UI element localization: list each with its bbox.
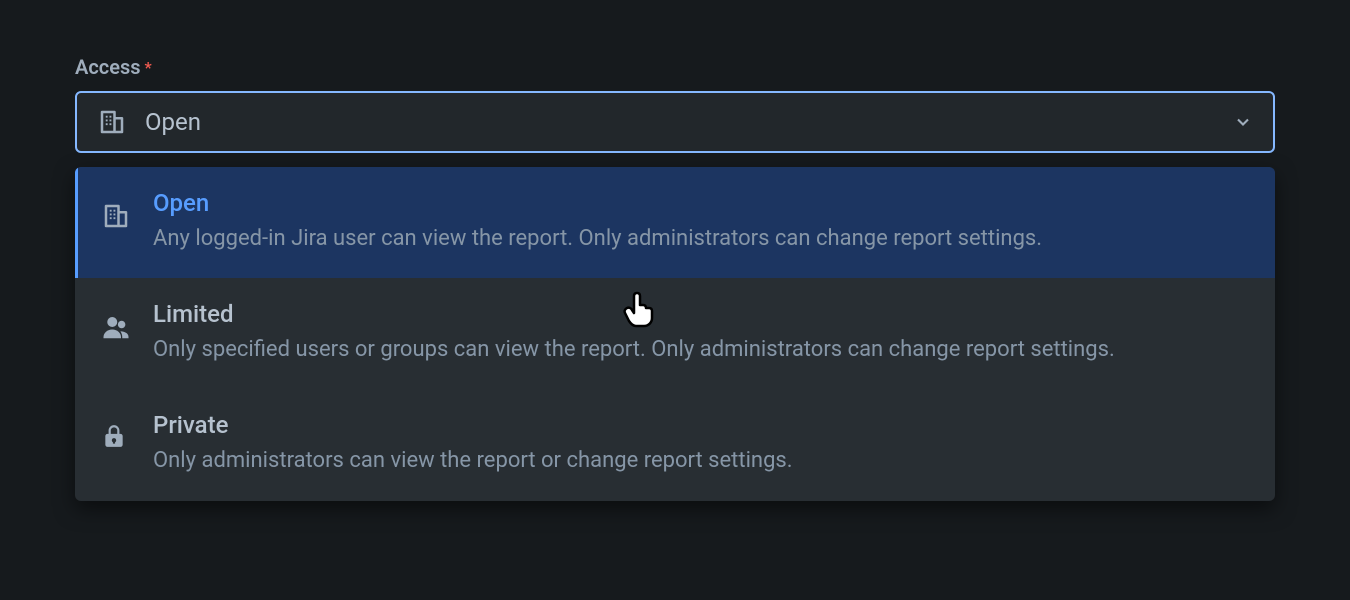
option-text-container: Limited Only specified users or groups c… [153,300,1247,367]
option-title: Private [153,411,1247,439]
option-text-container: Open Any logged-in Jira user can view th… [153,189,1247,256]
field-label-text: Access [75,55,141,79]
option-description: Only administrators can view the report … [153,443,1247,478]
building-icon [97,107,127,137]
lock-icon [101,411,131,449]
chevron-down-icon [1233,112,1253,132]
access-option-private[interactable]: Private Only administrators can view the… [75,389,1275,500]
access-option-open[interactable]: Open Any logged-in Jira user can view th… [75,167,1275,278]
option-description: Any logged-in Jira user can view the rep… [153,221,1247,256]
selected-value-label: Open [145,108,1215,136]
option-title: Open [153,189,1247,217]
required-asterisk: * [145,58,152,77]
option-description: Only specified users or groups can view … [153,332,1247,367]
option-title: Limited [153,300,1247,328]
users-icon [101,300,131,342]
access-option-limited[interactable]: Limited Only specified users or groups c… [75,278,1275,389]
field-label: Access * [75,55,1275,79]
option-text-container: Private Only administrators can view the… [153,411,1247,478]
access-select-trigger[interactable]: Open [75,91,1275,153]
access-dropdown-panel: Open Any logged-in Jira user can view th… [75,167,1275,501]
building-icon [101,189,131,231]
